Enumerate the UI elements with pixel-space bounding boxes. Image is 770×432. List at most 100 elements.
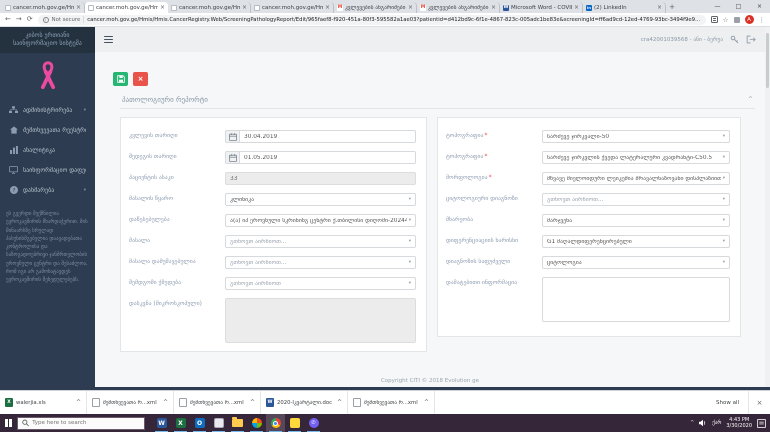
taskbar-outlook-icon[interactable]: O [190,414,209,432]
browser-tab-3[interactable]: cancer.moh.gov.ge/Hmis/: × [168,2,251,13]
download-item-5[interactable]: შემთხვევათა რ...xml ^ [348,391,435,414]
calendar-icon[interactable] [226,152,240,163]
taskbar-photos-icon[interactable] [247,414,266,432]
browser-tab-4[interactable]: cancer.moh.gov.ge/Hmis/: × [251,2,334,13]
profile-avatar[interactable]: A [744,15,754,24]
tray-expand-icon[interactable]: ^ [690,420,694,426]
taskbar-file-explorer-icon[interactable] [228,414,247,432]
download-menu-icon[interactable]: ^ [163,399,168,406]
window-minimize-button[interactable]: — [707,3,728,10]
browser-tab-1[interactable]: cancer.moh.gov.ge/Hmis/: × [2,2,85,13]
clock[interactable]: 4:43 PM 3/30/2020 [726,417,752,430]
download-menu-icon[interactable]: ^ [76,399,81,406]
morphology-select[interactable]: მწვავე მიელოიდური ლეიკემია მრავალხაზოვან… [542,172,730,185]
chevron-down-icon: ▾ [408,218,411,223]
windows-taskbar: W X O ✆ ^ ქარ 4:43 PM 3/30/2020 [0,414,770,432]
download-menu-icon[interactable]: ^ [424,399,429,406]
topography-select-2[interactable]: სარძევე ჯირკვლის ქვედა ლატერალური კვადრა… [542,151,730,164]
address-bar[interactable]: i Not secure cancer.moh.gov.ge/Hmis/Hmis… [37,14,706,25]
followup-action-select[interactable]: გთხოვთ აირჩიოთ ▾ [225,277,416,290]
taskbar-search[interactable] [17,416,145,430]
tab-close-icon[interactable]: × [657,4,662,11]
logout-icon[interactable] [746,35,756,44]
extension-icon[interactable] [733,16,740,23]
search-input[interactable] [32,420,140,426]
sidebar-item-dashboards[interactable]: საინფორმაციო დაფები [0,160,95,180]
sidebar-item-label: ადმინისტრირება [23,106,73,114]
taskbar-word-icon[interactable]: W [152,414,171,432]
reload-button[interactable]: ⟳ [27,16,33,23]
taskbar-chrome-icon[interactable] [266,414,285,432]
download-menu-icon[interactable]: ^ [250,399,255,406]
forward-button[interactable]: → [16,16,22,23]
laterality-select[interactable]: მარჯვენა ▾ [542,214,730,227]
browser-tab-2-active[interactable]: cancer.moh.gov.ge/Hmis/: × [85,2,168,13]
tab-close-icon[interactable]: × [408,4,413,11]
save-button[interactable] [113,72,128,86]
field-label: დაწესებულება [129,217,170,223]
key-icon[interactable] [730,35,739,44]
browser-tab-7-word[interactable]: W Microsoft Word - COVID-1 × [500,2,583,13]
download-filename: შემთხვევათა რ...xml [190,399,244,406]
sidebar-item-help[interactable]: ? დახმარება ▾ [0,180,95,200]
institution-select[interactable]: ა(ა) იპ ეროვნული სკრინინგ ცენტრი ქ.თბილი… [225,214,416,227]
app-window: კიბოს ერთიანი საინფორმაციო სისტემა ადმინ… [0,27,770,390]
window-close-button[interactable]: × [749,3,770,10]
material-processed-select[interactable]: გთხოვთ აირჩიოთ... ▾ [225,256,416,269]
tab-close-icon[interactable]: × [574,4,579,11]
download-item-4[interactable]: W 2020-Iკვარტალი.doc ^ [261,391,348,414]
material-source-select[interactable]: კლინიკა ▾ [225,193,416,206]
download-item-3[interactable]: შემთხვევათა რ...xml ^ [174,391,261,414]
close-downloads-bar-icon[interactable]: × [748,391,770,414]
site-info-icon[interactable]: i [42,16,49,23]
tab-close-icon[interactable]: × [76,4,81,11]
floppy-icon [116,75,125,83]
back-button[interactable]: ← [5,16,11,23]
volume-icon[interactable] [699,419,707,427]
taskbar-sticky-notes-icon[interactable] [285,414,304,432]
browser-menu-icon[interactable]: ⋮ [759,16,766,24]
bookmark-star-icon[interactable]: ☆ [723,16,729,24]
taskbar-excel-icon[interactable]: X [171,414,190,432]
tab-close-icon[interactable]: × [491,4,496,11]
differentiation-grade-select[interactable]: G1 მაღალდიფერენცირებული ▾ [542,235,730,248]
download-menu-icon[interactable]: ^ [337,399,342,406]
browser-tab-8-linkedin[interactable]: in (2) LinkedIn × [583,2,666,13]
download-item-2[interactable]: შემთხვევათა რ...xml ^ [87,391,174,414]
start-button[interactable] [0,414,17,432]
taskbar-app-window-icon[interactable] [209,414,228,432]
scrollbar-thumb[interactable] [766,33,769,88]
field-label: მორფოლოგია* [446,175,492,181]
browser-tab-5-gmail[interactable]: M კვლევების ანგარიშები ა × [334,2,417,13]
topography-select-1[interactable]: სარძევე ჯირკვალი-50 ▾ [542,130,730,143]
hamburger-menu-icon[interactable] [104,35,113,44]
required-asterisk: * [488,175,492,181]
download-item-1[interactable]: X walerjia.xls ^ [0,391,87,414]
tab-close-icon[interactable]: × [160,4,165,11]
cytology-diagnosis-select[interactable]: გთხოვთ აირჩიოთ... ▾ [542,193,730,206]
result-date-input[interactable]: 01.05.2019 [225,151,416,164]
taskbar-viber-icon[interactable]: ✆ [304,414,323,432]
panel-collapse-icon[interactable]: ^ [748,96,753,103]
keyboard-language[interactable]: ქარ [712,420,721,426]
additional-info-textarea[interactable] [542,277,730,322]
delete-button[interactable]: × [133,72,148,86]
chevron-down-icon: ▾ [722,155,725,160]
calendar-icon[interactable] [226,131,240,142]
address-divider [83,16,85,23]
bookmarks-panel-icon[interactable] [710,16,718,23]
tab-close-icon[interactable]: × [242,4,247,11]
sidebar-item-case-registry[interactable]: შემთხვევათა რეესტრი [0,120,95,140]
material-select[interactable]: გთხოვთ აირჩიოთ... ▾ [225,235,416,248]
sidebar-item-analytics[interactable]: ანალიტიკა [0,140,95,160]
page-scrollbar[interactable] [765,27,770,390]
diagnosis-basis-select[interactable]: ციტოლოგია ▾ [542,256,730,269]
tab-close-icon[interactable]: × [325,4,330,11]
sidebar-item-administration[interactable]: ადმინისტრირება ▾ [0,100,95,120]
browser-tab-6-gmail[interactable]: M კვლევების ანგარიშები ა × [417,2,500,13]
notification-center-icon[interactable] [757,418,766,428]
show-all-downloads-button[interactable]: Show all [707,400,748,406]
new-tab-button[interactable]: + [666,3,678,11]
research-date-input[interactable]: 30.04.2019 [225,130,416,143]
window-maximize-button[interactable]: □ [728,3,749,10]
